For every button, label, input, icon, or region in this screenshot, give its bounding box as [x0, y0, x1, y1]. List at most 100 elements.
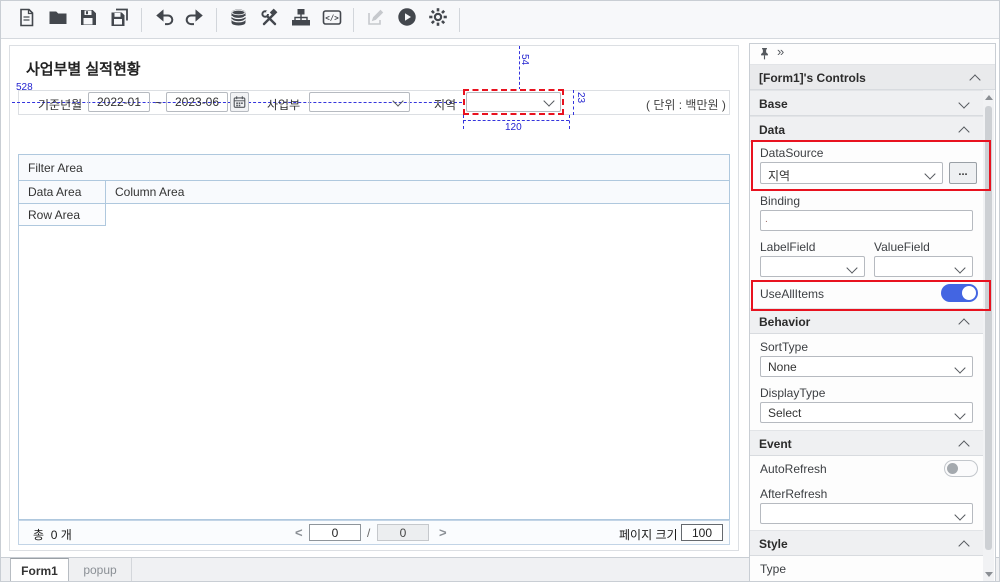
- section-behavior-label: Behavior: [759, 315, 810, 329]
- date-from-input[interactable]: 2022-01: [88, 92, 150, 112]
- region-select-selection: [463, 89, 564, 115]
- controls-header-label: [Form1]'s Controls: [759, 71, 866, 85]
- save-all-icon: [110, 8, 130, 32]
- toolbar-separator: [141, 8, 142, 32]
- labelfield-label: LabelField: [760, 240, 815, 254]
- labelfield-select[interactable]: [760, 256, 865, 277]
- section-style-label: Style: [759, 537, 788, 551]
- new-file-button[interactable]: [11, 6, 42, 34]
- total-pages-field: 0: [377, 524, 429, 541]
- region-label: 지역: [434, 96, 456, 113]
- scroll-down-arrow[interactable]: [985, 572, 993, 577]
- data-column-row: Data Area Column Area: [19, 181, 729, 204]
- script-button[interactable]: </>: [316, 6, 347, 34]
- division-label: 사업부: [267, 96, 300, 113]
- chevron-down-icon: [924, 168, 935, 179]
- report-title: 사업부별 실적현황: [26, 58, 141, 79]
- row-area-row: Row Area: [19, 204, 729, 226]
- open-file-button[interactable]: [42, 6, 73, 34]
- save-all-button[interactable]: [104, 6, 135, 34]
- structure-button[interactable]: [285, 6, 316, 34]
- section-style[interactable]: Style: [750, 530, 984, 556]
- autorefresh-toggle[interactable]: [944, 460, 978, 477]
- useallitems-toggle[interactable]: [941, 284, 978, 302]
- toolbar-separator: [353, 8, 354, 32]
- calendar-button[interactable]: [230, 92, 249, 112]
- page-separator: /: [367, 526, 370, 540]
- scrollbar-thumb[interactable]: [985, 106, 992, 550]
- code-icon: </>: [322, 8, 342, 32]
- region-select[interactable]: [466, 92, 561, 112]
- datasource-label: DataSource: [760, 146, 823, 160]
- section-behavior[interactable]: Behavior: [750, 308, 984, 334]
- afterrefresh-select[interactable]: [760, 503, 973, 524]
- toolbar-separator: [459, 8, 460, 32]
- valuefield-label: ValueField: [874, 240, 930, 254]
- filter-area-row[interactable]: Filter Area: [19, 155, 729, 181]
- section-data[interactable]: Data: [750, 116, 984, 142]
- guide-tick-right: [569, 115, 570, 129]
- toolbar-separator: [216, 8, 217, 32]
- chevron-down-icon: [392, 95, 403, 106]
- row-area-cell[interactable]: Row Area: [19, 204, 106, 226]
- sorttype-value: None: [768, 360, 797, 374]
- tab-form1[interactable]: Form1: [10, 558, 69, 582]
- datasource-select[interactable]: 지역: [760, 162, 943, 184]
- valuefield-select[interactable]: [874, 256, 973, 277]
- section-event-label: Event: [759, 437, 792, 451]
- chevron-down-icon: [954, 362, 965, 373]
- chevron-up-icon: [958, 126, 969, 137]
- guide-width-label: 528: [16, 82, 33, 93]
- run-button[interactable]: [391, 6, 422, 34]
- data-area-cell[interactable]: Data Area: [19, 181, 106, 203]
- current-page-input[interactable]: 0: [309, 524, 361, 541]
- binding-input[interactable]: .: [760, 210, 973, 231]
- base-month-label: 기준년월: [38, 96, 82, 113]
- datasource-button[interactable]: [223, 6, 254, 34]
- sorttype-select[interactable]: None: [760, 356, 973, 377]
- settings-button[interactable]: [422, 6, 453, 34]
- tools-button[interactable]: [254, 6, 285, 34]
- date-range-separator: ~: [155, 96, 162, 110]
- tab-form1-label: Form1: [21, 564, 58, 578]
- autorefresh-label: AutoRefresh: [760, 462, 827, 476]
- section-event[interactable]: Event: [750, 430, 984, 456]
- undo-button[interactable]: [148, 6, 179, 34]
- panel-scrollbar[interactable]: [983, 90, 994, 582]
- date-to-input[interactable]: 2023-06: [166, 92, 228, 112]
- redo-icon: [185, 8, 205, 32]
- chevron-down-icon: [954, 408, 965, 419]
- chevron-down-icon: [958, 97, 969, 108]
- pivot-grid: Filter Area Data Area Column Area Row Ar…: [18, 154, 730, 520]
- data-area-label: Data Area: [28, 185, 81, 199]
- datasource-more-button[interactable]: ...: [949, 162, 977, 184]
- column-area-cell[interactable]: Column Area: [106, 181, 731, 203]
- guide-vertical-line: [519, 46, 520, 90]
- tab-popup[interactable]: popup: [69, 558, 132, 582]
- tools-icon: [260, 8, 279, 32]
- displaytype-select[interactable]: Select: [760, 402, 973, 423]
- page-size-input[interactable]: 100: [681, 524, 723, 541]
- prev-page-button[interactable]: <: [295, 525, 303, 540]
- unit-label: ( 단위 : 백만원 ): [646, 96, 726, 113]
- controls-header[interactable]: [Form1]'s Controls: [750, 64, 995, 90]
- chevron-up-icon: [958, 540, 969, 551]
- useallitems-label: UseAllItems: [760, 287, 824, 301]
- type-label: Type: [760, 562, 786, 576]
- section-base[interactable]: Base: [750, 90, 984, 116]
- sorttype-label: SortType: [760, 340, 808, 354]
- redo-button[interactable]: [179, 6, 210, 34]
- collapse-panel-icon[interactable]: »: [777, 44, 784, 59]
- save-icon: [79, 8, 98, 32]
- afterrefresh-label: AfterRefresh: [760, 487, 827, 501]
- settings-icon: [428, 7, 448, 32]
- run-icon: [397, 7, 417, 32]
- next-page-button[interactable]: >: [439, 525, 447, 540]
- pager-bar: 총 0 개 < 0 / 0 > 페이지 크기 100: [18, 520, 730, 545]
- binding-label: Binding: [760, 194, 800, 208]
- row-area-label: Row Area: [28, 208, 80, 222]
- save-button[interactable]: [73, 6, 104, 34]
- calendar-icon: [233, 98, 246, 112]
- division-select[interactable]: [309, 92, 410, 112]
- scroll-up-arrow[interactable]: [985, 95, 993, 100]
